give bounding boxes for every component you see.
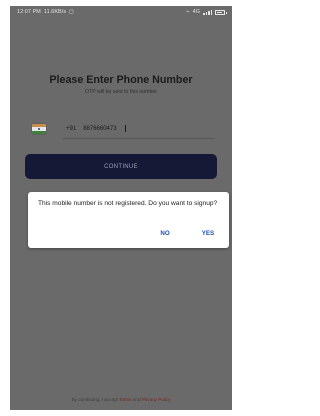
status-bar: 12:07 PM 11.6KB/s ◻ ⌁ 4G — [10, 6, 232, 18]
dialog-message: This mobile number is not registered. Do… — [38, 200, 218, 207]
signal-icon — [203, 9, 212, 15]
dialog-yes-button[interactable]: YES — [196, 228, 220, 240]
continue-button[interactable]: CONTINUE — [25, 154, 217, 179]
battery-level — [217, 11, 222, 13]
terms-prefix: By continuing, I accept — [71, 397, 118, 402]
india-flag-icon[interactable] — [32, 124, 46, 134]
phone-input-field[interactable]: +91 8876660473 — [66, 125, 126, 132]
page-subtitle: OTP will be sent to this number — [85, 89, 157, 95]
dialog-no-button[interactable]: NO — [155, 228, 175, 240]
page-title: Please Enter Phone Number — [49, 74, 193, 86]
terms-footer: By continuing, I accept Terms and Privac… — [10, 397, 232, 402]
terms-and: and — [132, 397, 141, 402]
privacy-policy-link[interactable]: Privacy Policy — [142, 397, 171, 402]
status-time: 12:07 PM — [17, 9, 41, 15]
screenshot-frame: 12:07 PM 11.6KB/s ◻ ⌁ 4G Please Enter Ph… — [0, 0, 242, 416]
terms-link[interactable]: Terms — [119, 397, 132, 402]
country-code: +91 — [66, 125, 77, 132]
notification-icon: ◻ — [69, 9, 74, 15]
status-right: ⌁ 4G — [186, 9, 227, 15]
flag-green-band — [32, 130, 46, 134]
status-speed: 11.6KB/s — [43, 9, 67, 15]
phone-number-value[interactable]: 8876660473 — [83, 126, 116, 132]
wifi-icon: ⌁ — [186, 9, 190, 15]
flag-white-band — [32, 127, 46, 131]
text-cursor — [124, 125, 126, 132]
phone-input-underline — [62, 138, 214, 139]
signup-dialog: This mobile number is not registered. Do… — [28, 192, 229, 248]
flag-chakra — [37, 127, 41, 131]
signal-label: 4G — [192, 9, 200, 15]
battery-icon — [215, 9, 227, 15]
status-left: 12:07 PM 11.6KB/s ◻ — [17, 9, 74, 15]
phone-screen: 12:07 PM 11.6KB/s ◻ ⌁ 4G Please Enter Ph… — [10, 6, 232, 410]
